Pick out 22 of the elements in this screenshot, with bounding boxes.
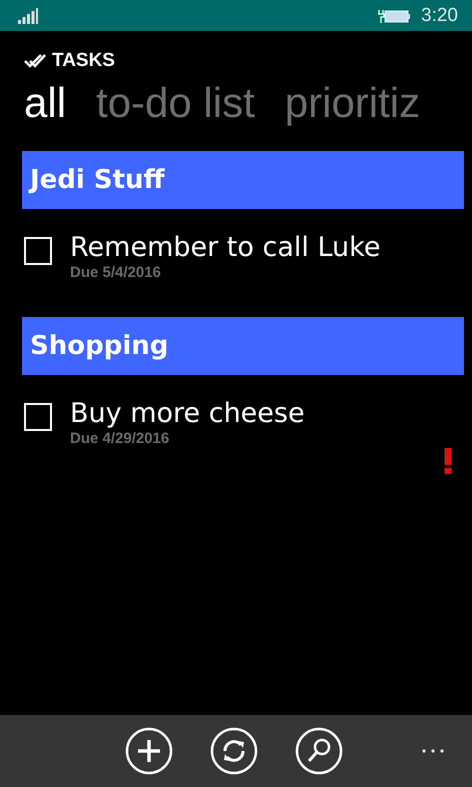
task-checkbox[interactable] xyxy=(24,237,52,265)
search-icon xyxy=(295,727,343,775)
add-button[interactable] xyxy=(125,727,173,775)
task-checkbox[interactable] xyxy=(24,403,52,431)
pivot-tab[interactable]: prioritiz xyxy=(284,79,420,127)
group-header: Shopping xyxy=(22,317,464,375)
pivot-tab[interactable]: to-do list xyxy=(96,79,255,127)
task-title[interactable]: Buy more cheese xyxy=(70,398,305,430)
signal-icon xyxy=(18,8,38,24)
search-button[interactable] xyxy=(295,727,343,775)
task-title[interactable]: Remember to call Luke xyxy=(70,232,380,264)
plus-icon xyxy=(125,727,173,775)
app-title: TASKS xyxy=(52,50,115,72)
sync-icon xyxy=(210,727,258,775)
pivot-tab[interactable]: all xyxy=(24,79,66,127)
due-date: Due 5/4/2016 xyxy=(70,264,162,281)
double-check-icon xyxy=(24,53,46,69)
clock-time: 3:20 xyxy=(421,4,458,26)
more-icon[interactable] xyxy=(422,749,444,753)
group-header: Jedi Stuff xyxy=(22,151,464,209)
due-date: Due 4/29/2016 xyxy=(70,430,170,447)
sync-button[interactable] xyxy=(210,727,258,775)
